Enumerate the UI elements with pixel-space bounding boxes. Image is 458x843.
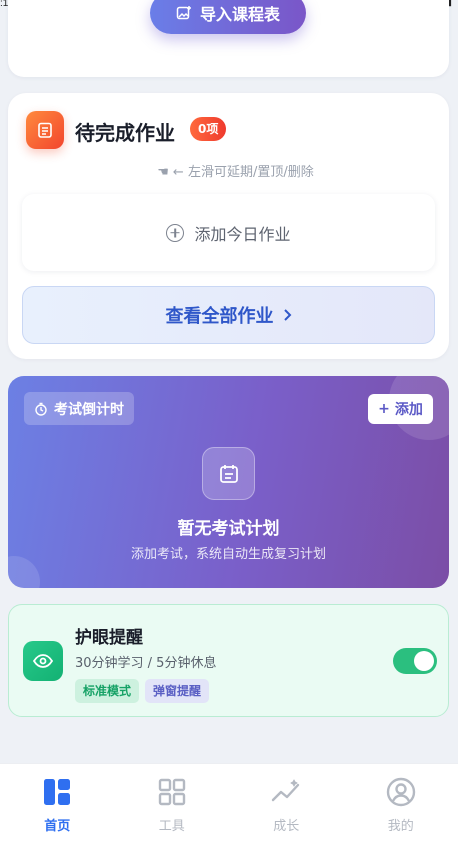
eye-care-card: 护眼提醒 30分钟学习 / 5分钟休息 标准模式 弹窗提醒 (8, 604, 449, 717)
tab-home[interactable]: 首页 (0, 764, 115, 843)
tab-growth[interactable]: 成长 (229, 764, 344, 843)
mode-tag: 标准模式 (75, 679, 140, 703)
toggle-knob (414, 651, 434, 671)
home-grid-icon (44, 779, 71, 805)
homework-title: 待完成作业 (75, 121, 175, 145)
add-today-label: 添加今日作业 (194, 224, 291, 244)
tools-grid-icon (158, 778, 185, 806)
plus-icon: + (378, 401, 390, 417)
tab-tools[interactable]: 工具 (115, 764, 230, 843)
tab-profile-label: 我的 (387, 819, 414, 834)
homework-count-badge: 0项 (190, 117, 227, 141)
eye-care-title: 护眼提醒 (75, 628, 143, 648)
tab-growth-label: 成长 (273, 819, 300, 834)
import-schedule-label: 导入课程表 (199, 5, 280, 24)
eye-care-subtitle: 30分钟学习 / 5分钟休息 (75, 656, 217, 671)
exam-countdown-tag: 考试倒计时 (24, 392, 134, 425)
swipe-hand-icon: ☚ (157, 165, 169, 180)
plus-circle-icon (166, 223, 185, 242)
clipboard-icon (26, 111, 64, 149)
exam-empty-title: 暂无考试计划 (177, 519, 280, 539)
stopwatch-icon (35, 402, 47, 416)
import-schedule-button[interactable]: 导入课程表 (150, 0, 306, 34)
swipe-hint-text: ← 左滑可延期/置顶/删除 (172, 165, 314, 180)
homework-card: 待完成作业 0项 ☚ ← 左滑可延期/置顶/删除 添加今日作业 查看全部作业 (8, 93, 449, 359)
add-exam-button[interactable]: + 添加 (368, 394, 433, 424)
exam-countdown-card: 考试倒计时 + 添加 暂无考试计划 添加考试，系统自动生成复习计划 (8, 376, 449, 588)
growth-chart-icon (272, 779, 300, 802)
add-today-homework-button[interactable]: 添加今日作业 (22, 194, 435, 271)
exam-tag-label: 考试倒计时 (54, 401, 124, 418)
chevron-right-icon (283, 309, 291, 321)
tab-home-label: 首页 (44, 819, 71, 834)
add-exam-label: 添加 (394, 402, 423, 418)
tab-profile[interactable]: 我的 (344, 764, 458, 843)
eye-icon (23, 641, 63, 681)
image-add-icon (176, 6, 191, 20)
exam-empty-subtitle: 添加考试，系统自动生成复习计划 (130, 547, 326, 562)
eye-care-toggle[interactable] (393, 648, 437, 674)
calendar-icon (202, 447, 255, 500)
eye-care-tags: 标准模式 弹窗提醒 (75, 679, 210, 703)
popup-reminder-tag: 弹窗提醒 (145, 679, 210, 703)
swipe-hint: ☚ ← 左滑可延期/置顶/删除 (8, 161, 449, 180)
bottom-tab-bar: 首页 工具 成长 我的 (0, 763, 458, 843)
tab-tools-label: 工具 (158, 819, 185, 834)
view-all-label: 查看全部作业 (165, 306, 274, 327)
view-all-homework-button[interactable]: 查看全部作业 (22, 286, 435, 344)
profile-icon (386, 777, 415, 807)
